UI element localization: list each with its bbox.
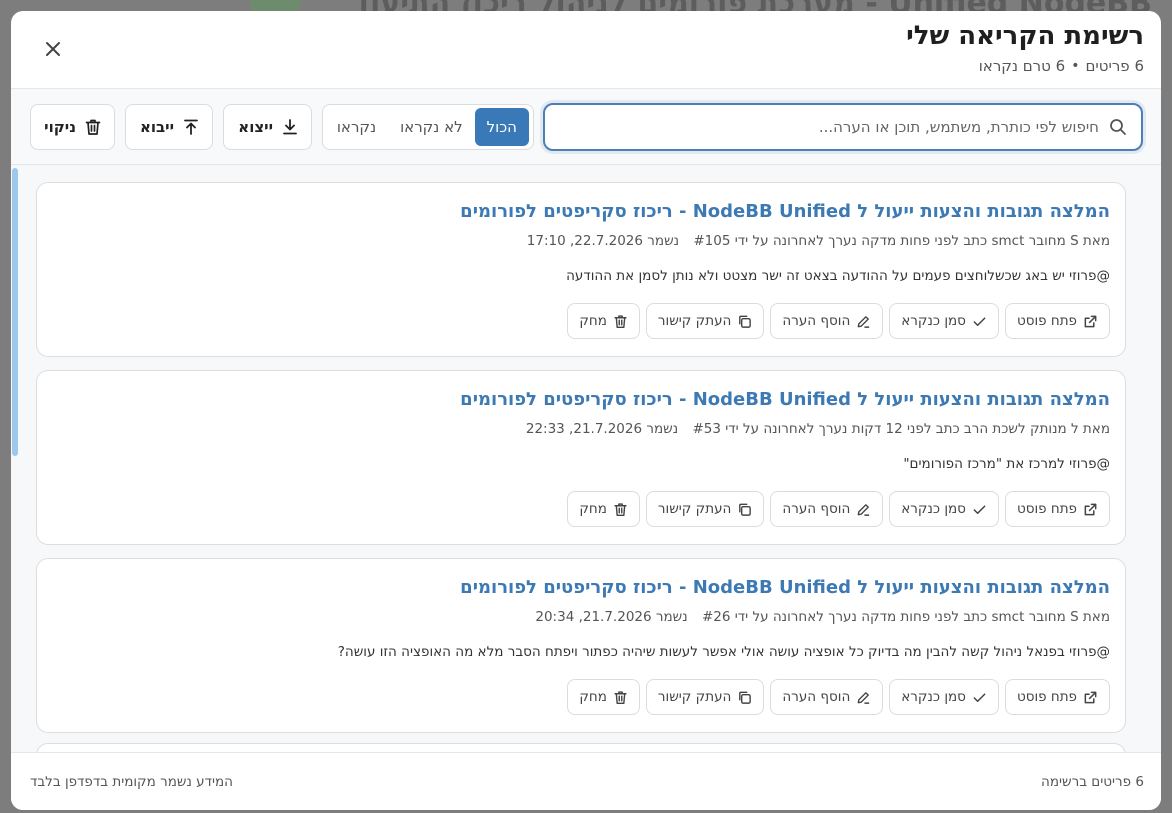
copy-icon — [739, 691, 752, 704]
mark-read-button[interactable]: סמן כנקרא — [889, 679, 999, 715]
delete-label: מחק — [579, 313, 607, 329]
item-saved-date: נשמר 21.7.2026, 22:33 — [525, 421, 679, 437]
item-actions: פתח פוסט סמן כנקרא הוסף הערה העתק קישור … — [567, 679, 1110, 715]
list-item: המלצה תגובות והצעות ייעול ל NodeBB Unifi… — [36, 370, 1126, 545]
check-icon — [973, 316, 986, 326]
copy-icon — [739, 315, 752, 328]
search-input[interactable] — [559, 118, 1099, 136]
trash-icon — [614, 314, 627, 328]
clear-label: ניקוי — [44, 118, 76, 136]
item-author-info: מאת S מחובר smct כתב לפני פחות מדקה נערך… — [693, 233, 1110, 249]
download-icon — [283, 119, 297, 135]
copy-link-button[interactable]: העתק קישור — [645, 303, 765, 339]
upload-icon — [184, 119, 198, 135]
import-button[interactable]: ייבוא — [125, 104, 213, 150]
open-post-button[interactable]: פתח פוסט — [1004, 491, 1110, 527]
filter-tab-all[interactable]: הכול — [474, 108, 529, 146]
item-meta: מאת ל מנותק לשכת הרב כתב לפני 12 דקות נע… — [526, 421, 1110, 437]
list-item: המלצה תגובות והצעות ייעול ל NodeBB Unifi… — [36, 182, 1126, 357]
item-saved-date: נשמר 22.7.2026, 17:10 — [526, 233, 680, 249]
copy-link-button[interactable]: העתק קישור — [645, 491, 765, 527]
delete-button[interactable]: מחק — [567, 491, 640, 527]
item-excerpt: @פרוזי למרכז את "מרכז הפורומים" — [903, 456, 1110, 472]
item-title[interactable]: המלצה תגובות והצעות ייעול ל NodeBB Unifi… — [460, 201, 1110, 222]
mark-read-label: סמן כנקרא — [901, 689, 966, 705]
mark-read-label: סמן כנקרא — [901, 501, 966, 517]
delete-label: מחק — [579, 501, 607, 517]
item-title[interactable]: המלצה תגובות והצעות ייעול ל NodeBB Unifi… — [460, 389, 1110, 410]
item-excerpt: @פרוזי יש באג שכשלוחצים פעמים על ההודעה … — [566, 268, 1110, 284]
list-item: המלצה תגובות והצעות ייעול ל NodeBB Unifi… — [36, 558, 1126, 733]
add-note-button[interactable]: הוסף הערה — [770, 491, 884, 527]
copy-link-label: העתק קישור — [657, 689, 732, 705]
open-post-button[interactable]: פתח פוסט — [1004, 303, 1110, 339]
pencil-icon — [857, 691, 870, 704]
add-note-label: הוסף הערה — [782, 501, 851, 517]
external-link-icon — [1084, 691, 1097, 703]
close-button[interactable] — [41, 37, 65, 61]
copy-link-label: העתק קישור — [657, 501, 732, 517]
add-note-label: הוסף הערה — [782, 313, 851, 329]
add-note-button[interactable]: הוסף הערה — [770, 303, 884, 339]
export-label: ייצוא — [238, 118, 273, 136]
toolbar: הכול לא נקראו נקראו ייצוא ייבוא ניקוי — [11, 89, 1161, 165]
delete-label: מחק — [579, 689, 607, 705]
reading-list-modal: רשימת הקריאה שלי 6 פריטים • 6 טרם נקראו … — [11, 11, 1161, 810]
item-actions: פתח פוסט סמן כנקרא הוסף הערה העתק קישור … — [567, 303, 1110, 339]
item-actions: פתח פוסט סמן כנקרא הוסף הערה העתק קישור … — [567, 491, 1110, 527]
close-icon — [46, 42, 60, 56]
filter-tab-read[interactable]: נקראו — [325, 108, 388, 146]
scrollbar-thumb[interactable] — [12, 168, 18, 456]
copy-link-label: העתק קישור — [657, 313, 732, 329]
export-button[interactable]: ייצוא — [223, 104, 312, 150]
item-saved-date: נשמר 21.7.2026, 20:34 — [535, 609, 688, 625]
external-link-icon — [1084, 503, 1097, 515]
footer-note: המידע נשמר מקומית בדפדפן בלבד — [30, 774, 233, 790]
check-icon — [973, 504, 986, 514]
modal-footer: 6 פריטים ברשימה המידע נשמר מקומית בדפדפן… — [11, 752, 1161, 810]
item-meta: מאת S מחובר smct כתב לפני פחות מדקה נערך… — [527, 233, 1110, 249]
open-post-label: פתח פוסט — [1016, 501, 1077, 517]
footer-count: 6 פריטים ברשימה — [1041, 774, 1144, 790]
item-author-info: מאת ל מנותק לשכת הרב כתב לפני 12 דקות נע… — [692, 421, 1110, 437]
trash-icon — [85, 119, 101, 135]
import-label: ייבוא — [139, 118, 174, 136]
add-note-button[interactable]: הוסף הערה — [770, 679, 884, 715]
trash-icon — [614, 690, 627, 704]
check-icon — [973, 692, 986, 702]
modal-title: רשימת הקריאה שלי — [906, 21, 1144, 51]
item-meta: מאת S מחובר smct כתב לפני פחות מדקה נערך… — [535, 609, 1110, 625]
clear-button[interactable]: ניקוי — [30, 104, 115, 150]
trash-icon — [614, 502, 627, 516]
modal-header: רשימת הקריאה שלי 6 פריטים • 6 טרם נקראו — [11, 11, 1161, 89]
search-icon — [1110, 119, 1126, 135]
reading-list: המלצה תגובות והצעות ייעול ל NodeBB Unifi… — [11, 165, 1161, 752]
copy-link-button[interactable]: העתק קישור — [645, 679, 765, 715]
separator-dot: • — [1071, 58, 1080, 74]
mark-read-button[interactable]: סמן כנקרא — [889, 303, 999, 339]
filter-tabs: הכול לא נקראו נקראו — [322, 104, 534, 150]
open-post-label: פתח פוסט — [1016, 313, 1077, 329]
mark-read-label: סמן כנקרא — [901, 313, 966, 329]
list-item — [36, 743, 1126, 752]
open-post-button[interactable]: פתח פוסט — [1004, 679, 1110, 715]
copy-icon — [739, 503, 752, 516]
modal-subtitle: 6 פריטים • 6 טרם נקראו — [979, 57, 1144, 75]
delete-button[interactable]: מחק — [567, 679, 640, 715]
items-count: 6 פריטים — [1085, 57, 1144, 75]
unread-count: 6 טרם נקראו — [978, 57, 1066, 75]
item-author-info: מאת S מחובר smct כתב לפני פחות מדקה נערך… — [701, 609, 1110, 625]
filter-tab-unread[interactable]: לא נקראו — [388, 108, 475, 146]
item-excerpt: @פרוזי בפנאל ניהול קשה להבין מה בדיוק כל… — [337, 644, 1110, 660]
pencil-icon — [857, 503, 870, 516]
mark-read-button[interactable]: סמן כנקרא — [889, 491, 999, 527]
search-box[interactable] — [543, 103, 1143, 151]
external-link-icon — [1084, 315, 1097, 327]
delete-button[interactable]: מחק — [567, 303, 640, 339]
item-title[interactable]: המלצה תגובות והצעות ייעול ל NodeBB Unifi… — [460, 577, 1110, 598]
open-post-label: פתח פוסט — [1016, 689, 1077, 705]
pencil-icon — [857, 315, 870, 328]
add-note-label: הוסף הערה — [782, 689, 851, 705]
